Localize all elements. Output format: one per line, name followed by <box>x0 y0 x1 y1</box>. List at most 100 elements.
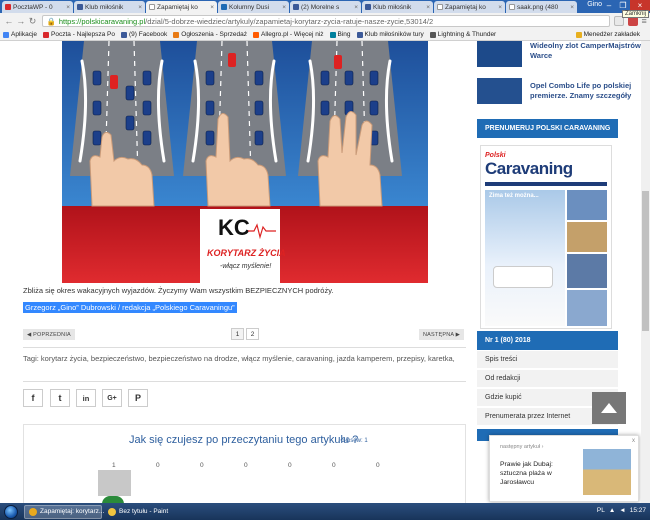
browser-user-name[interactable]: Gino <box>587 1 602 8</box>
poll-count: 0 <box>200 462 204 469</box>
logo-slogan: -włącz myślenie! <box>220 263 271 270</box>
subscribe-heading: PRENUMERUJ POLSKI CARAVANING <box>477 119 618 138</box>
tab-close-icon[interactable]: × <box>66 4 70 11</box>
minimize-icon[interactable]: – <box>602 0 616 11</box>
paint-icon <box>108 507 116 516</box>
scrollbar-thumb[interactable] <box>642 191 649 331</box>
logo-letters: KC <box>218 215 250 240</box>
tab-favicon-icon <box>77 4 83 10</box>
poll-count: 0 <box>244 462 248 469</box>
windows-orb-icon <box>4 504 18 519</box>
bookmark-apps[interactable]: Aplikacje <box>3 31 37 38</box>
url-input[interactable]: 🔒 https://polskicaravaning.pl /dzial/5-d… <box>42 15 611 27</box>
next-article-popup[interactable]: następny artykuł › Prawie jak Dubaj: szt… <box>489 435 639 502</box>
network-icon[interactable]: ▲ <box>609 507 615 514</box>
linkedin-icon: in <box>82 393 90 403</box>
google-plus-share-button[interactable]: G+ <box>102 389 122 407</box>
tab-close-icon[interactable]: × <box>498 4 502 11</box>
bookmark-item[interactable]: Allegro.pl - Więcej niż <box>253 31 324 38</box>
popup-title[interactable]: Prawie jak Dubaj: sztuczna plaża w Jaros… <box>500 460 570 487</box>
browser-tab[interactable]: Zapamiętaj ko × <box>434 1 505 13</box>
browser-tabstrip: PocztaWP - 0 × Klub miłośnik × Zapamiętaj … <box>0 0 650 18</box>
cover-camper <box>493 266 553 288</box>
twitter-share-button[interactable]: t <box>50 389 70 407</box>
next-page-button[interactable]: NASTĘPNA ▶ <box>419 329 465 340</box>
poll-bar[interactable] <box>98 470 131 496</box>
bookmark-item[interactable]: Poczta - Najlepsza Po <box>43 31 115 38</box>
tab-favicon-icon <box>509 4 515 10</box>
bookmark-item[interactable]: Bing <box>329 31 351 38</box>
tab-close-icon[interactable]: × <box>282 4 286 11</box>
volume-icon[interactable]: ◄ <box>619 507 625 514</box>
pinterest-share-button[interactable]: P <box>128 389 148 407</box>
tab-close-icon[interactable]: × <box>570 4 574 11</box>
url-path: /dzial/5-dobrze-wiedziec/artykuly/zapami… <box>145 16 434 26</box>
poll-title: Jak się czujesz po przeczytaniu tego art… <box>129 434 359 446</box>
bookmark-item[interactable]: Lightning & Thunder <box>429 31 496 38</box>
bookmark-item[interactable]: Ogłoszenia - Sprzedaż <box>173 31 247 38</box>
menu-od-redakcji[interactable]: Od redakcji <box>477 370 618 388</box>
lock-icon: 🔒 <box>46 16 56 26</box>
cover-brand-top: Polski <box>485 152 506 159</box>
news-link[interactable]: Wideolny zlot CamperMajstrów w Warce <box>530 41 650 61</box>
poll-count: 0 <box>288 462 292 469</box>
linkedin-share-button[interactable]: in <box>76 389 96 407</box>
scroll-to-top-button[interactable] <box>592 392 626 424</box>
popup-thumbnail[interactable] <box>583 449 631 495</box>
divider <box>23 381 466 382</box>
allegro-icon <box>253 31 260 38</box>
page-scrollbar[interactable] <box>641 41 650 503</box>
start-button[interactable] <box>0 503 22 520</box>
reload-icon[interactable]: ↻ <box>27 16 39 27</box>
news-thumbnail[interactable] <box>477 78 522 104</box>
browser-tab[interactable]: Klub miłośnik × <box>362 1 433 13</box>
tab-close-icon[interactable]: × <box>426 4 430 11</box>
address-bar: ← → ↻ 🔒 https://polskicaravaning.pl /dzi… <box>0 13 650 29</box>
bing-icon <box>329 31 336 38</box>
language-indicator[interactable]: PL <box>597 507 605 514</box>
poll-count: 1 <box>112 462 116 469</box>
close-icon[interactable]: x <box>632 438 635 444</box>
poll-count: 0 <box>332 462 336 469</box>
bookmark-favicon-icon <box>429 31 436 38</box>
browser-tab[interactable]: (2) Morelne s × <box>290 1 361 13</box>
clock[interactable]: 15:27 <box>630 507 646 514</box>
browser-tab[interactable]: saak.png (480 × <box>506 1 577 13</box>
tab-close-icon[interactable]: × <box>138 4 142 11</box>
magazine-cover[interactable]: Polski Caravaning Zima też można... <box>480 145 612 329</box>
url-host: https://polskicaravaning.pl <box>58 16 146 26</box>
browser-tab[interactable]: Klub miłośnik × <box>74 1 145 13</box>
cover-tile <box>567 254 607 288</box>
taskbar-chrome[interactable]: Zapamiętaj: korytarz... <box>24 504 104 519</box>
poll-count: 0 <box>156 462 160 469</box>
article-intro: Zbliża się okres wakacyjnych wyjazdów. Ż… <box>23 286 334 295</box>
facebook-icon <box>120 31 127 38</box>
menu-spis-tresci[interactable]: Spis treści <box>477 351 618 369</box>
tab-favicon-icon <box>221 4 227 10</box>
browser-tab[interactable]: Kolumny Dusi × <box>218 1 289 13</box>
facebook-share-button[interactable]: f <box>23 389 43 407</box>
tab-favicon-icon <box>149 4 155 10</box>
browser-tab[interactable]: PocztaWP - 0 × <box>2 1 73 13</box>
news-thumbnail[interactable] <box>477 41 522 67</box>
back-icon[interactable]: ← <box>3 16 15 26</box>
page-2-link[interactable]: 2 <box>246 328 259 340</box>
bookmark-item[interactable]: Klub miłośników tury <box>356 31 424 38</box>
taskbar-paint[interactable]: Bez tytułu - Paint <box>104 505 172 519</box>
poll-votes: Głosów: 1 <box>341 438 368 444</box>
tab-close-icon[interactable]: × <box>210 4 214 11</box>
news-link[interactable]: Opel Combo Life po polskiej premierze. Z… <box>530 81 650 101</box>
poll-count: 0 <box>376 462 380 469</box>
cover-tile <box>567 290 607 326</box>
forward-icon[interactable]: → <box>15 16 27 26</box>
cover-photo <box>485 190 565 326</box>
page-1-link[interactable]: 1 <box>231 328 244 340</box>
reaction-emoji-icon[interactable] <box>102 496 124 503</box>
browser-tab-active[interactable]: Zapamiętaj ko × <box>146 1 217 13</box>
previous-page-button[interactable]: ◀ POPRZEDNIA <box>23 329 75 340</box>
facebook-icon: f <box>31 393 35 403</box>
article-hero-image: KC KORYTARZ ŻYCIA -włącz myślenie! <box>62 41 428 283</box>
bookmark-item[interactable]: (9) Facebook <box>120 31 167 38</box>
bookmark-manager[interactable]: Menedżer zakładek <box>575 31 640 38</box>
tab-close-icon[interactable]: × <box>354 4 358 11</box>
